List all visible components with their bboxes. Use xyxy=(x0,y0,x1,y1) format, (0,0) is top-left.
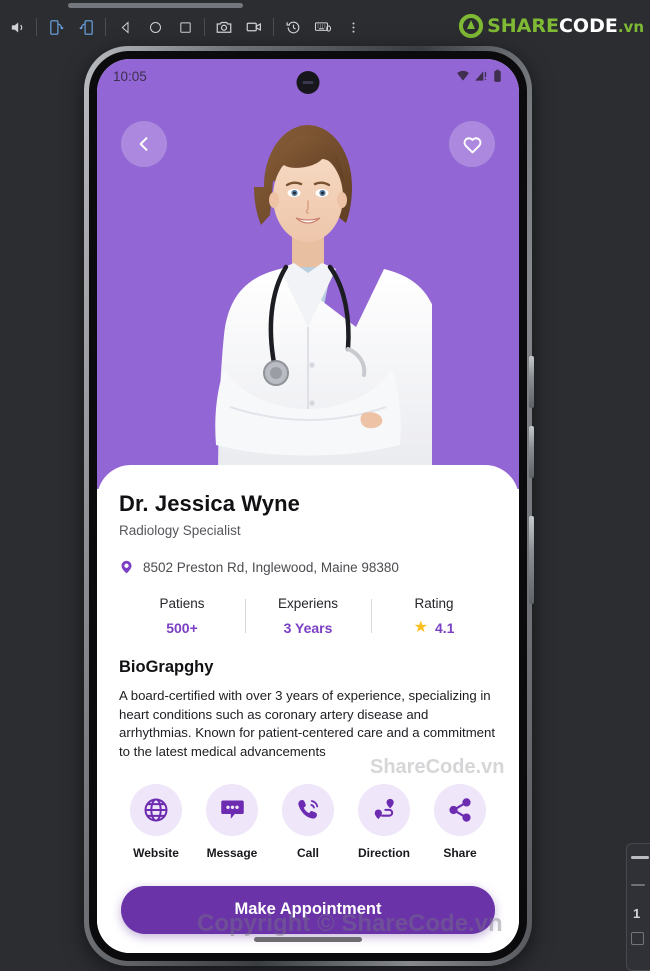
stat-label: Experiens xyxy=(277,596,339,611)
rotate-right-icon[interactable] xyxy=(71,12,101,42)
action-share[interactable]: Share xyxy=(425,783,495,860)
doctor-specialty: Radiology Specialist xyxy=(119,523,241,538)
stat-value: 3 Years xyxy=(283,620,333,636)
location-pin-icon xyxy=(121,560,132,574)
action-label: Website xyxy=(133,845,179,860)
star-icon: ★ xyxy=(413,619,428,636)
phone-device-frame: 10:05 Dr. Jessica Wyne Radiology Special… xyxy=(84,46,534,966)
emulator-window: SHARECODE.vn 10:05 Dr. Jessica Wyne Radi… xyxy=(0,0,650,971)
battery-icon xyxy=(494,69,501,82)
screenshot-icon[interactable] xyxy=(209,12,239,42)
camera-punch-hole xyxy=(296,71,320,94)
stat-label: Patiens xyxy=(159,596,205,611)
sharecode-logo-text: SHARECODE.vn xyxy=(487,15,644,37)
logo-text-code: CODE xyxy=(558,15,618,37)
quick-actions: Website Message Call Direction Share xyxy=(119,783,497,860)
stat-rating-value: ★ 4.1 xyxy=(371,619,497,637)
stat-rating: Rating ★ 4.1 xyxy=(371,596,497,636)
phone-bezel: 10:05 Dr. Jessica Wyne Radiology Special… xyxy=(89,51,527,961)
logo-text-vn: .vn xyxy=(617,18,644,36)
panel-box-icon[interactable] xyxy=(631,932,644,945)
stat-value: 500+ xyxy=(166,620,198,636)
sharecode-logo-mark xyxy=(459,14,484,38)
side-panel-partial[interactable]: 1 xyxy=(626,843,650,971)
doctor-address: 8502 Preston Rd, Inglewood, Maine 98380 xyxy=(143,559,399,575)
toolbar-divider xyxy=(36,18,37,36)
volume-icon[interactable] xyxy=(2,12,32,42)
keyboard-icon[interactable] xyxy=(308,12,338,42)
volume-down-hardware-button[interactable] xyxy=(529,426,534,478)
action-label: Call xyxy=(296,845,319,860)
volume-up-hardware-button[interactable] xyxy=(529,356,534,408)
doctor-detail-card: Dr. Jessica Wyne Radiology Specialist 85… xyxy=(97,465,519,953)
toolbar-divider xyxy=(105,18,106,36)
doctor-address-row[interactable]: 8502 Preston Rd, Inglewood, Maine 98380 xyxy=(119,558,497,576)
doctor-hero-section xyxy=(97,59,519,489)
biography-text: A board-certified with over 3 years of e… xyxy=(119,688,496,760)
panel-number: 1 xyxy=(633,906,641,921)
power-hardware-button[interactable] xyxy=(529,516,534,604)
doctor-stats: Patiens 500+ Experiens 3 Years Rating ★ … xyxy=(119,596,497,636)
doctor-photo xyxy=(215,125,432,489)
toolbar-divider xyxy=(204,18,205,36)
sharecode-logo: SHARECODE.vn xyxy=(459,12,644,40)
action-label: Direction xyxy=(357,845,410,860)
make-appointment-button[interactable]: Make Appointment xyxy=(121,885,495,934)
stat-patients: Patiens 500+ xyxy=(119,596,245,636)
action-call[interactable]: Call xyxy=(273,783,343,860)
heart-outline-icon xyxy=(463,136,481,153)
globe-www-icon xyxy=(130,783,182,836)
rating-number: 4.1 xyxy=(434,620,455,636)
home-gesture-bar[interactable] xyxy=(254,937,362,942)
action-direction[interactable]: Direction xyxy=(349,783,419,860)
phone-screen: 10:05 Dr. Jessica Wyne Radiology Special… xyxy=(97,59,519,953)
overview-nav-icon[interactable] xyxy=(170,12,200,42)
biography-title: BioGrapghy xyxy=(119,658,214,676)
more-icon[interactable] xyxy=(338,12,368,42)
logo-text-share: SHARE xyxy=(487,15,559,37)
back-nav-icon[interactable] xyxy=(110,12,140,42)
wifi-icon xyxy=(457,70,469,81)
phone-call-icon xyxy=(282,783,334,836)
toolbar-scrollbar[interactable] xyxy=(0,0,650,10)
favorite-button[interactable] xyxy=(449,121,495,167)
scrollbar-thumb[interactable] xyxy=(68,3,243,8)
back-button[interactable] xyxy=(121,121,167,167)
panel-line-top xyxy=(631,856,649,859)
status-icons xyxy=(456,69,503,83)
home-nav-icon[interactable] xyxy=(140,12,170,42)
route-direction-icon xyxy=(358,783,410,836)
toolbar-divider xyxy=(273,18,274,36)
action-website[interactable]: Website xyxy=(121,783,191,860)
rotate-left-icon[interactable] xyxy=(41,12,71,42)
chat-bubble-icon xyxy=(206,783,258,836)
stat-label: Rating xyxy=(414,596,454,611)
action-label: Message xyxy=(206,845,258,860)
stat-experience: Experiens 3 Years xyxy=(245,596,371,636)
record-icon[interactable] xyxy=(239,12,269,42)
action-label: Share xyxy=(443,845,477,860)
doctor-name: Dr. Jessica Wyne xyxy=(119,491,300,516)
status-time: 10:05 xyxy=(113,68,147,84)
back-chevron-icon xyxy=(139,137,148,151)
signal-icon xyxy=(475,71,487,81)
panel-line-mid xyxy=(631,884,645,886)
history-icon[interactable] xyxy=(278,12,308,42)
share-nodes-icon xyxy=(434,783,486,836)
action-message[interactable]: Message xyxy=(197,783,267,860)
